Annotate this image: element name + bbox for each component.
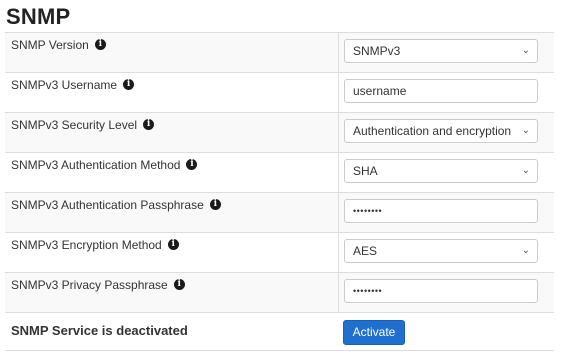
field-label: SNMPv3 Username <box>11 78 118 92</box>
service-status-text: SNMP Service is deactivated <box>11 323 188 338</box>
field-label: SNMPv3 Authentication Passphrase <box>11 198 204 212</box>
row-service-status: SNMP Service is deactivated Activate <box>5 313 554 351</box>
row-snmpv3-auth-method: SNMPv3 Authentication Method i SHA ⌄ <box>5 153 554 193</box>
info-icon[interactable]: i <box>143 118 155 130</box>
row-snmpv3-security-level: SNMPv3 Security Level i Authentication a… <box>5 113 554 153</box>
activate-button[interactable]: Activate <box>343 320 405 345</box>
info-icon[interactable]: i <box>173 278 185 290</box>
info-icon[interactable]: i <box>167 238 179 250</box>
info-icon[interactable]: i <box>123 78 135 90</box>
select-value: SHA <box>353 164 378 178</box>
select-value: Authentication and encryption <box>353 124 512 138</box>
chevron-down-icon: ⌄ <box>521 165 530 176</box>
info-icon[interactable]: i <box>186 158 198 170</box>
info-icon[interactable]: i <box>94 38 106 50</box>
chevron-down-icon: ⌄ <box>521 45 530 56</box>
snmp-version-select[interactable]: SNMPv3 ⌄ <box>344 39 538 63</box>
row-snmpv3-encryption-method: SNMPv3 Encryption Method i AES ⌄ <box>5 233 554 273</box>
row-snmpv3-privacy-passphrase: SNMPv3 Privacy Passphrase i •••••••• <box>5 273 554 313</box>
row-snmp-version: SNMP Version i SNMPv3 ⌄ <box>5 33 554 73</box>
snmpv3-security-level-select[interactable]: Authentication and encryption ⌄ <box>344 119 538 143</box>
input-value: •••••••• <box>353 286 383 296</box>
row-snmpv3-auth-passphrase: SNMPv3 Authentication Passphrase i •••••… <box>5 193 554 233</box>
info-icon[interactable]: i <box>209 198 221 210</box>
field-label: SNMP Version <box>11 38 89 52</box>
snmpv3-privacy-passphrase-input[interactable]: •••••••• <box>344 279 538 303</box>
snmpv3-username-input[interactable]: username <box>344 79 538 103</box>
input-value: •••••••• <box>353 206 383 216</box>
select-value: SNMPv3 <box>353 44 401 58</box>
snmp-settings-table: SNMP Version i SNMPv3 ⌄ SNMPv3 Username … <box>5 32 554 351</box>
field-label: SNMPv3 Authentication Method <box>11 158 181 172</box>
field-label: SNMPv3 Privacy Passphrase <box>11 278 168 292</box>
snmpv3-auth-passphrase-input[interactable]: •••••••• <box>344 199 538 223</box>
chevron-down-icon: ⌄ <box>521 125 530 136</box>
field-label: SNMPv3 Encryption Method <box>11 238 162 252</box>
page-title: SNMP <box>6 4 71 29</box>
chevron-down-icon: ⌄ <box>521 245 530 256</box>
input-value: username <box>353 84 407 98</box>
row-snmpv3-username: SNMPv3 Username i username <box>5 73 554 113</box>
snmp-settings-page: SNMP SNMP Version i SNMPv3 ⌄ SNMPv3 User… <box>0 0 562 358</box>
snmpv3-encryption-method-select[interactable]: AES ⌄ <box>344 239 538 263</box>
select-value: AES <box>353 244 378 258</box>
field-label: SNMPv3 Security Level <box>11 118 138 132</box>
snmpv3-auth-method-select[interactable]: SHA ⌄ <box>344 159 538 183</box>
